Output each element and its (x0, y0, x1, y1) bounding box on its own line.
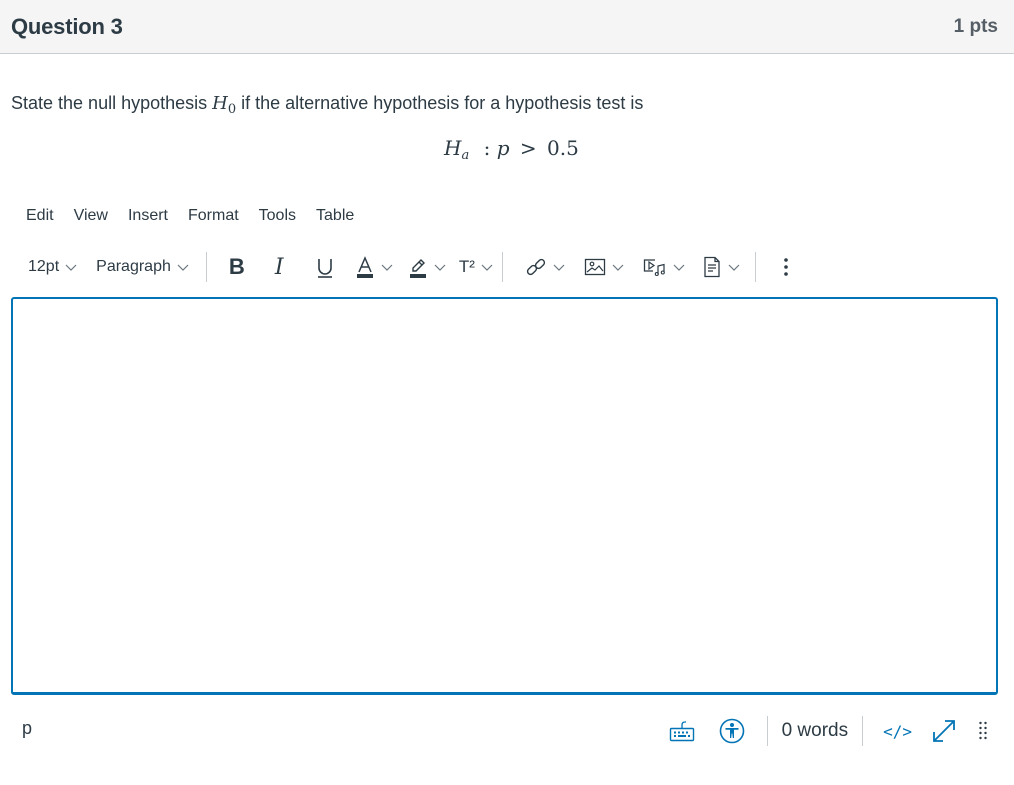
toolbar-divider (754, 252, 756, 282)
keyboard-shortcuts-button[interactable] (669, 719, 695, 743)
editor-content-area[interactable] (13, 299, 996, 692)
element-path[interactable]: p (22, 718, 32, 739)
document-icon (704, 256, 720, 278)
statusbar-controls: 0 words </> (669, 710, 1014, 752)
html-editor-toggle-button[interactable]: </> (883, 722, 912, 741)
alternative-hypothesis-equation: Ha : p > 0.5 (444, 136, 579, 163)
equation-value: 0.5 (546, 136, 579, 160)
equation-variable: p (496, 136, 510, 160)
h0-symbol: H0 (212, 93, 237, 117)
underline-icon (317, 259, 332, 278)
media-icon (643, 259, 665, 277)
accessibility-checker-button[interactable] (719, 718, 745, 744)
highlight-button[interactable] (408, 252, 447, 282)
more-options-button[interactable] (782, 252, 790, 282)
menu-format[interactable]: Format (188, 207, 239, 225)
chevron-down-icon (481, 264, 493, 271)
chevron-down-icon (553, 264, 565, 271)
accessibility-icon (719, 718, 744, 744)
question-text-after: if the alternative hypothesis for a hypo… (236, 93, 644, 113)
underline-button[interactable] (315, 252, 335, 282)
h0-subscript: 0 (227, 102, 237, 117)
toolbar-divider (205, 252, 207, 282)
editor-statusbar: p 0 words </> (0, 710, 1014, 752)
more-vertical-icon (784, 258, 788, 276)
font-size-value: 12pt (28, 258, 60, 275)
superscript-icon: T² (458, 257, 475, 276)
chevron-down-icon (381, 264, 393, 271)
toolbar-divider (501, 252, 503, 282)
bold-button[interactable]: B (229, 252, 253, 282)
image-icon (584, 258, 606, 276)
question-header: Question 3 1 pts (0, 0, 1014, 54)
keyboard-icon (669, 721, 694, 742)
link-button[interactable] (525, 252, 566, 282)
block-format-select[interactable]: Paragraph (96, 252, 190, 282)
menu-view[interactable]: View (74, 207, 108, 225)
chevron-down-icon (177, 264, 189, 271)
bold-icon: B (228, 254, 245, 279)
resize-handle[interactable] (978, 720, 988, 742)
question-title: Question 3 (11, 13, 123, 39)
image-button[interactable] (584, 252, 625, 282)
ha-symbol: Ha (444, 136, 470, 163)
ha-letter: H (444, 136, 462, 160)
resize-handle-icon (979, 721, 987, 740)
menu-table[interactable]: Table (316, 207, 354, 225)
menu-insert[interactable]: Insert (128, 207, 168, 225)
menu-tools[interactable]: Tools (259, 207, 296, 225)
block-format-value: Paragraph (96, 258, 171, 275)
chevron-down-icon (673, 264, 685, 271)
text-color-button[interactable] (355, 252, 394, 282)
italic-icon: I (274, 254, 284, 280)
chevron-down-icon (65, 264, 77, 271)
highlight-icon (409, 259, 426, 278)
fullscreen-icon (933, 720, 955, 742)
ha-subscript: a (461, 148, 470, 163)
question-text-before: State the null hypothesis (11, 93, 213, 113)
chevron-down-icon (434, 264, 446, 271)
chevron-down-icon (612, 264, 624, 271)
question-points: 1 pts (953, 15, 998, 37)
equation-operator: > (519, 136, 537, 160)
document-button[interactable] (702, 252, 741, 282)
text-color-icon (356, 256, 373, 278)
editor-toolbar: 12pt Paragraph B I T² (28, 250, 888, 284)
editor-menubar: Edit View Insert Format Tools Table (26, 207, 374, 225)
rich-text-editor[interactable] (11, 297, 998, 695)
equation-colon: : (483, 136, 491, 160)
media-button[interactable] (643, 252, 686, 282)
link-icon (526, 258, 546, 276)
question-text: State the null hypothesis H0 if the alte… (11, 93, 643, 117)
superscript-button[interactable]: T² (459, 252, 494, 282)
font-size-select[interactable]: 12pt (28, 252, 78, 282)
chevron-down-icon (728, 264, 740, 271)
h0-letter: H (212, 93, 228, 114)
statusbar-divider (862, 716, 864, 746)
fullscreen-button[interactable] (930, 717, 958, 745)
word-count[interactable]: 0 words (768, 720, 863, 742)
menu-edit[interactable]: Edit (26, 207, 54, 225)
italic-button[interactable]: I (275, 252, 295, 282)
